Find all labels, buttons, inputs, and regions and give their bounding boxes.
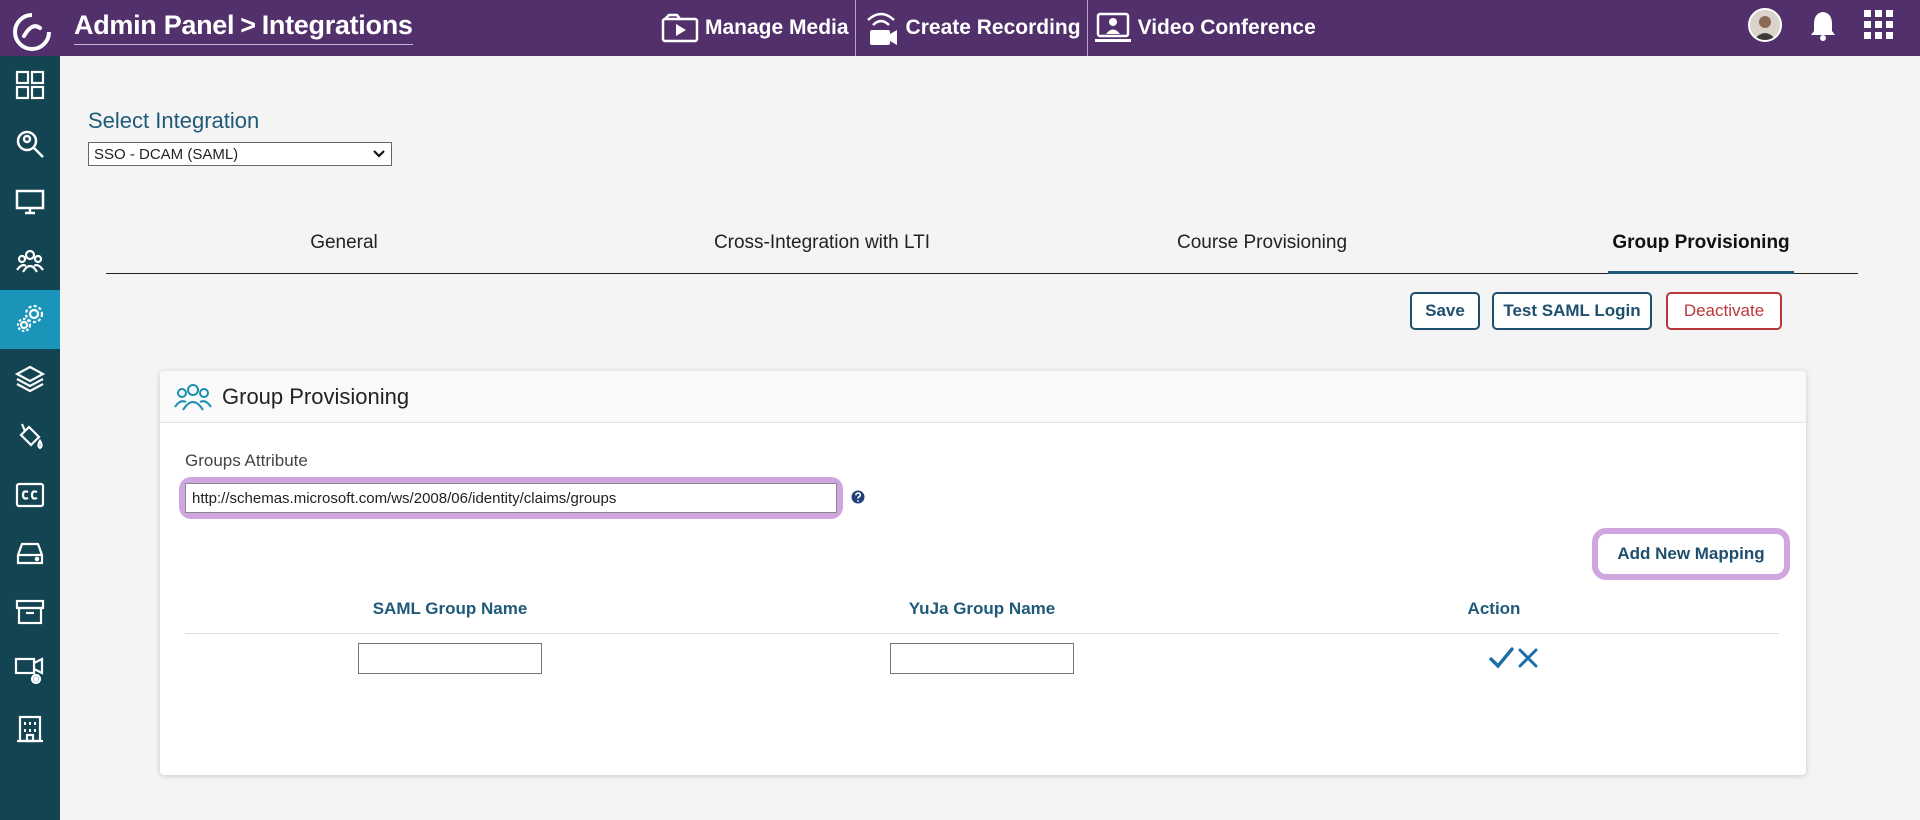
- yuja-group-name-input[interactable]: [890, 643, 1074, 674]
- card-title: Group Provisioning: [222, 383, 410, 409]
- select-integration-label: Select Integration: [88, 108, 260, 133]
- card-header: Group Provisioning: [160, 371, 1806, 423]
- media-icon: [661, 13, 699, 43]
- video-conference-label: Video Conference: [1137, 16, 1316, 39]
- sidebar-item-groups[interactable]: [0, 232, 60, 291]
- add-new-mapping-highlight: Add New Mapping: [1592, 528, 1790, 580]
- close-icon[interactable]: [1516, 645, 1540, 671]
- table-divider: [185, 633, 1779, 634]
- title-separator: >: [240, 10, 256, 40]
- groups-icon: [174, 383, 212, 411]
- page-title[interactable]: Admin Panel > Integrations: [74, 10, 413, 45]
- integration-select-value: SSO - DCAM (SAML): [94, 145, 239, 163]
- sidebar-item-archive[interactable]: [0, 583, 60, 642]
- tab-general[interactable]: General: [289, 228, 399, 274]
- sidebar: [0, 56, 60, 820]
- closed-caption-icon: [15, 482, 45, 507]
- sidebar-item-branding[interactable]: [0, 407, 60, 466]
- test-saml-login-button[interactable]: Test SAML Login: [1492, 292, 1652, 330]
- monitor-icon: [15, 190, 45, 215]
- top-bar: Admin Panel > Integrations Manage Media Cr…: [0, 0, 1920, 56]
- saml-group-name-input[interactable]: [358, 643, 542, 674]
- save-button[interactable]: Save: [1410, 292, 1480, 330]
- help-icon[interactable]: [851, 490, 865, 504]
- paint-bucket-icon: [19, 423, 43, 450]
- sidebar-item-captions[interactable]: [0, 466, 60, 525]
- groups-attribute-input[interactable]: [185, 483, 837, 513]
- dashboard-icon: [15, 71, 45, 100]
- manage-media-label: Manage Media: [705, 16, 849, 39]
- column-yuja-group-name: YuJa Group Name: [908, 599, 1056, 618]
- video-settings-icon: [14, 657, 44, 685]
- title-integrations: Integrations: [261, 10, 413, 40]
- tab-cross-integration-label: Cross-Integration with LTI: [713, 232, 931, 253]
- top-right-tools: [1748, 8, 1894, 42]
- video-conference-icon: [1094, 12, 1131, 42]
- tab-general-label: General: [310, 232, 378, 253]
- tab-cross-integration-lti[interactable]: Cross-Integration with LTI: [702, 228, 942, 274]
- drive-icon: [16, 543, 44, 565]
- deactivate-button[interactable]: Deactivate: [1666, 292, 1782, 330]
- sidebar-item-storage[interactable]: [0, 524, 60, 583]
- archive-icon: [15, 599, 45, 624]
- video-conference-button[interactable]: Video Conference: [1088, 0, 1322, 56]
- tab-bar: General Cross-Integration with LTI Cours…: [106, 228, 1858, 274]
- check-icon[interactable]: [1488, 645, 1514, 671]
- create-recording-label: Create Recording: [905, 16, 1081, 39]
- avatar[interactable]: [1748, 8, 1782, 42]
- search-icon: [16, 130, 44, 158]
- chevron-down-icon: [373, 150, 385, 158]
- sidebar-item-settings[interactable]: [0, 290, 60, 349]
- apps-grid-icon[interactable]: [1864, 10, 1894, 40]
- tab-group-provisioning-label: Group Provisioning: [1612, 232, 1790, 253]
- building-icon: [17, 715, 43, 742]
- sidebar-item-layers[interactable]: [0, 349, 60, 408]
- yuja-logo-icon[interactable]: [12, 12, 52, 52]
- bell-icon[interactable]: [1808, 9, 1838, 41]
- sidebar-item-search[interactable]: [0, 115, 60, 174]
- group-provisioning-card: Group Provisioning Groups Attribute Add …: [160, 371, 1806, 775]
- settings-gears-icon: [16, 305, 44, 333]
- title-admin-panel: Admin Panel: [74, 10, 235, 40]
- groups-attribute-label: Groups Attribute: [185, 451, 308, 470]
- sidebar-item-organization[interactable]: [0, 700, 60, 759]
- sidebar-item-dashboard[interactable]: [0, 56, 60, 115]
- top-nav: Manage Media Create Recording Video Conf…: [655, 0, 1322, 56]
- main-content: Select Integration SSO - DCAM (SAML) Gen…: [60, 56, 1920, 820]
- sidebar-item-monitor[interactable]: [0, 173, 60, 232]
- sidebar-item-video-settings[interactable]: [0, 641, 60, 700]
- create-recording-button[interactable]: Create Recording: [856, 0, 1087, 56]
- add-new-mapping-button[interactable]: Add New Mapping: [1617, 544, 1764, 564]
- tab-course-provisioning[interactable]: Course Provisioning: [1152, 228, 1372, 274]
- recording-icon: [866, 12, 897, 45]
- manage-media-button[interactable]: Manage Media: [655, 0, 855, 56]
- column-action: Action: [1467, 599, 1521, 618]
- groups-attribute-highlight: [179, 477, 843, 519]
- layers-icon: [15, 365, 45, 392]
- user-avatar-icon: [1750, 10, 1780, 40]
- integration-select[interactable]: SSO - DCAM (SAML): [88, 142, 392, 166]
- tab-group-provisioning[interactable]: Group Provisioning: [1608, 228, 1794, 274]
- groups-icon: [16, 249, 44, 273]
- tab-course-provisioning-label: Course Provisioning: [1176, 232, 1348, 253]
- column-saml-group-name: SAML Group Name: [372, 599, 528, 618]
- row-actions: [1488, 645, 1540, 671]
